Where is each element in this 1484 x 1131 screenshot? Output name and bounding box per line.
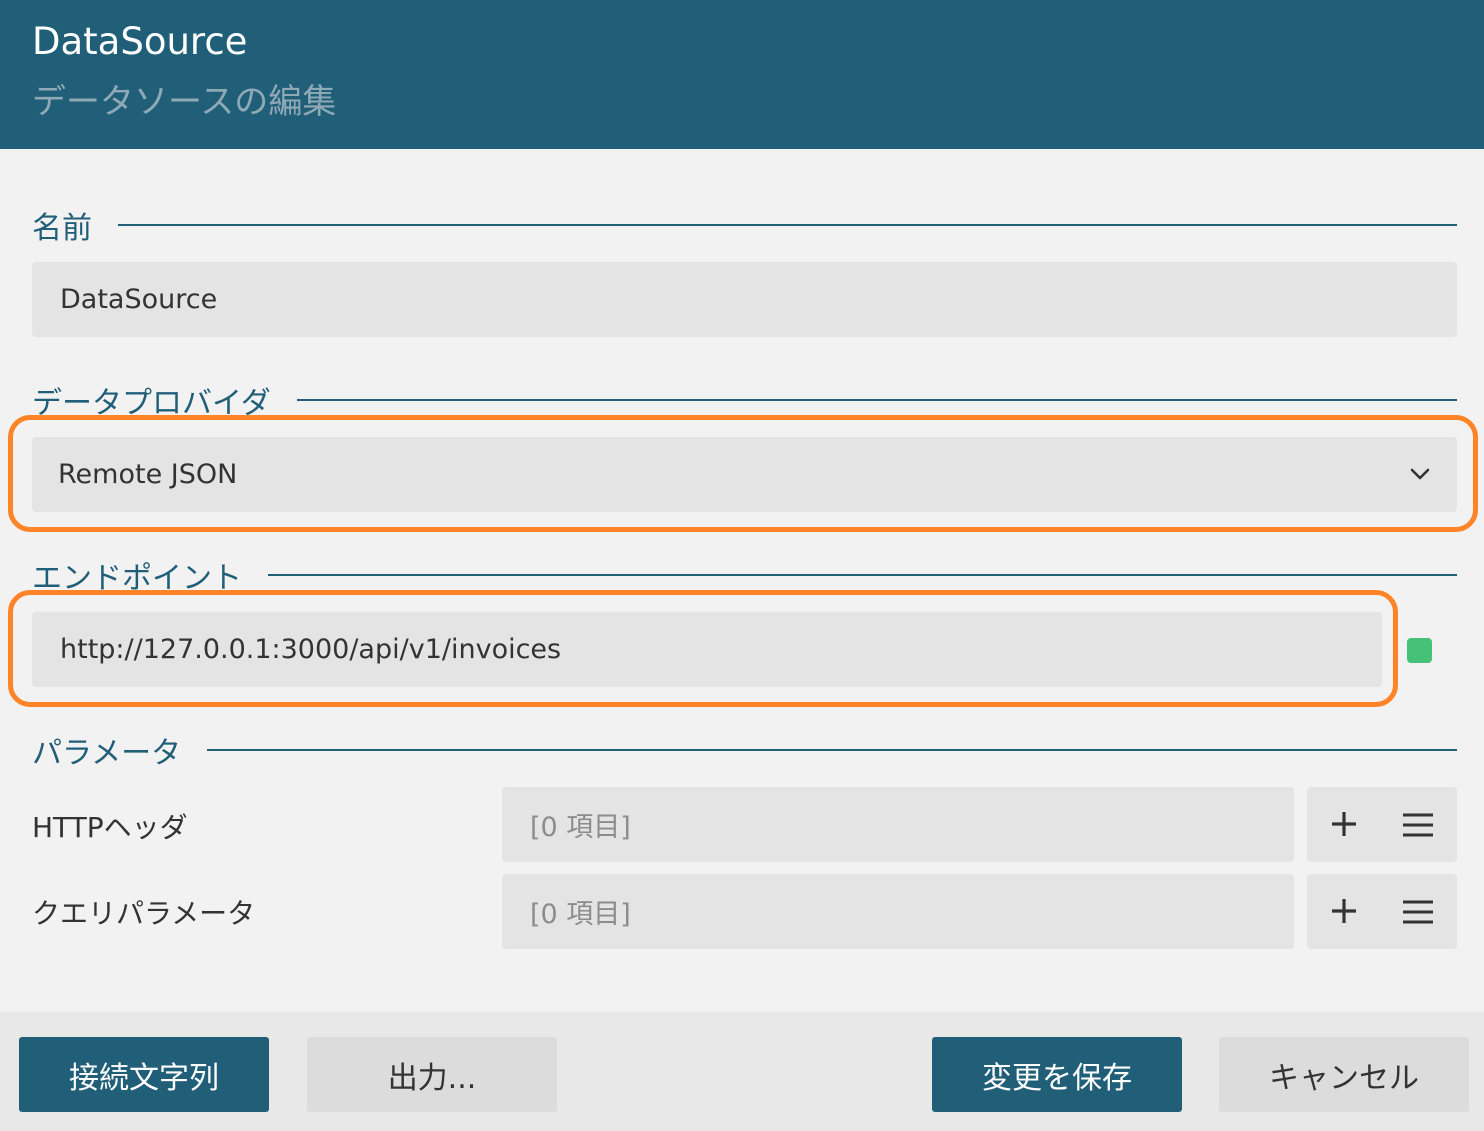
http-headers-actions	[1307, 787, 1457, 862]
http-headers-label: HTTPヘッダ	[32, 811, 188, 844]
provider-select[interactable]: Remote JSON	[32, 437, 1457, 512]
query-params-actions	[1307, 874, 1457, 949]
section-divider	[296, 399, 1457, 401]
name-input[interactable]: DataSource	[32, 262, 1457, 337]
params-section-label: パラメータ	[32, 736, 182, 771]
provider-select-value: Remote JSON	[58, 459, 238, 490]
name-section-label: 名前	[32, 211, 92, 246]
http-headers-field[interactable]: [0 項目]	[502, 787, 1294, 862]
endpoint-section-header: エンドポイント	[32, 555, 1457, 596]
plus-icon[interactable]	[1329, 809, 1359, 839]
dialog-title: DataSource	[32, 20, 248, 63]
hamburger-menu-icon[interactable]	[1401, 811, 1435, 839]
endpoint-input[interactable]: http://127.0.0.1:3000/api/v1/invoices	[32, 612, 1382, 687]
dialog-header: DataSource データソースの編集	[0, 0, 1484, 149]
provider-section-header: データプロバイダ	[32, 380, 1457, 421]
section-divider	[118, 224, 1457, 226]
endpoint-section-label: エンドポイント	[32, 561, 242, 596]
chevron-down-icon	[1410, 468, 1430, 480]
query-params-label: クエリパラメータ	[32, 897, 256, 930]
section-divider	[207, 749, 1457, 751]
dialog-subtitle: データソースの編集	[32, 82, 337, 122]
provider-section-label: データプロバイダ	[32, 386, 271, 421]
connection-string-button[interactable]: 接続文字列	[19, 1037, 269, 1112]
save-changes-button[interactable]: 変更を保存	[932, 1037, 1182, 1112]
hamburger-menu-icon[interactable]	[1401, 898, 1435, 926]
plus-icon[interactable]	[1329, 896, 1359, 926]
query-params-field[interactable]: [0 項目]	[502, 874, 1294, 949]
endpoint-status-indicator	[1407, 638, 1432, 663]
section-divider	[268, 574, 1457, 576]
cancel-button[interactable]: キャンセル	[1219, 1037, 1469, 1112]
params-section-header: パラメータ	[32, 730, 1457, 771]
export-button[interactable]: 出力...	[307, 1037, 557, 1112]
name-section-header: 名前	[32, 205, 1457, 246]
